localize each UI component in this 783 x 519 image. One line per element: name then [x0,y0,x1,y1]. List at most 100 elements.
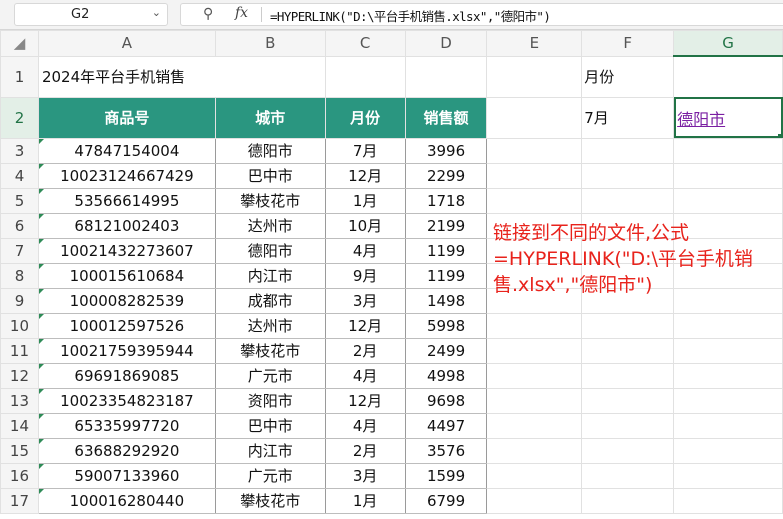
cell[interactable] [486,187,583,214]
formula-text[interactable]: =HYPERLINK("D:\平台手机销售.xlsx","德阳市") [270,6,551,25]
row-header[interactable]: 2 [0,96,39,139]
product-id-cell[interactable]: 53566614995 [37,187,216,214]
sales-cell[interactable]: 1718 [404,187,488,214]
city-cell[interactable]: 巴中市 [214,162,326,189]
month-cell[interactable]: 3月 [324,287,406,314]
fx-icon[interactable]: fx [235,5,248,21]
cell[interactable] [581,187,675,214]
product-id-cell[interactable]: 10023354823187 [37,387,216,414]
month-cell[interactable]: 12月 [324,312,406,339]
month-cell[interactable]: 2月 [324,437,406,464]
product-id-cell[interactable]: 100008282539 [37,287,216,314]
sales-cell[interactable]: 1199 [404,262,488,289]
header-cell-sales[interactable]: 销售额 [404,96,488,139]
column-header-g[interactable]: G [673,30,783,57]
product-id-cell[interactable]: 47847154004 [37,137,216,164]
city-cell[interactable]: 巴中市 [214,412,326,439]
sales-cell[interactable]: 4497 [404,412,488,439]
product-id-cell[interactable]: 59007133960 [37,462,216,489]
product-id-cell[interactable]: 69691869085 [37,362,216,389]
month-cell[interactable]: 12月 [324,387,406,414]
zoom-icon[interactable]: ⚲ [203,6,213,22]
cell[interactable] [486,362,583,389]
sales-cell[interactable]: 9698 [404,387,488,414]
cell[interactable] [486,55,583,98]
row-header[interactable]: 15 [0,437,39,464]
month-cell[interactable]: 9月 [324,262,406,289]
product-id-cell[interactable]: 10021432273607 [37,237,216,264]
cell[interactable] [673,137,783,164]
name-box[interactable]: G2 ⌄ [14,3,168,26]
cell[interactable] [486,96,583,139]
cell[interactable] [581,137,675,164]
sales-cell[interactable]: 2499 [404,337,488,364]
row-header[interactable]: 1 [0,55,39,98]
cell[interactable] [486,337,583,364]
month-cell[interactable]: 7月 [324,137,406,164]
sales-cell[interactable]: 2299 [404,162,488,189]
column-header-d[interactable]: D [404,30,488,57]
sales-cell[interactable]: 1498 [404,287,488,314]
month-cell[interactable]: 12月 [324,162,406,189]
row-header[interactable]: 16 [0,462,39,489]
select-all-corner[interactable]: ◢ [0,30,39,57]
cell[interactable] [581,487,675,514]
sales-cell[interactable]: 4998 [404,362,488,389]
sales-cell[interactable]: 1199 [404,237,488,264]
month-cell[interactable]: 10月 [324,212,406,239]
month-cell[interactable]: 3月 [324,462,406,489]
cell[interactable] [581,462,675,489]
row-header[interactable]: 9 [0,287,39,314]
city-cell[interactable]: 成都市 [214,287,326,314]
cell[interactable] [673,362,783,389]
product-id-cell[interactable]: 63688292920 [37,437,216,464]
hyperlink-cell[interactable]: 德阳市 [673,96,783,139]
column-header-c[interactable]: C [324,30,406,57]
product-id-cell[interactable]: 100016280440 [37,487,216,514]
city-cell[interactable]: 内江市 [214,437,326,464]
month-cell[interactable]: 4月 [324,412,406,439]
header-cell-product-id[interactable]: 商品号 [37,96,216,139]
city-cell[interactable]: 攀枝花市 [214,337,326,364]
product-id-cell[interactable]: 10023124667429 [37,162,216,189]
cell[interactable] [673,55,783,98]
month-cell[interactable]: 4月 [324,362,406,389]
row-header[interactable]: 11 [0,337,39,364]
cell[interactable] [673,312,783,339]
sales-cell[interactable]: 3576 [404,437,488,464]
month-label-cell[interactable]: 月份 [581,55,675,98]
cell[interactable] [581,387,675,414]
row-header[interactable]: 10 [0,312,39,339]
row-header[interactable]: 17 [0,487,39,514]
cell[interactable] [673,462,783,489]
cell[interactable] [581,412,675,439]
city-cell[interactable]: 德阳市 [214,237,326,264]
column-header-b[interactable]: B [214,30,326,57]
cell[interactable] [486,162,583,189]
sales-cell[interactable]: 2199 [404,212,488,239]
city-cell[interactable]: 资阳市 [214,387,326,414]
hyperlink[interactable]: 德阳市 [677,110,725,129]
column-header-a[interactable]: A [37,30,216,57]
row-header[interactable]: 12 [0,362,39,389]
sales-cell[interactable]: 6799 [404,487,488,514]
fill-handle[interactable] [778,133,782,137]
product-id-cell[interactable]: 100012597526 [37,312,216,339]
row-header[interactable]: 6 [0,212,39,239]
city-cell[interactable]: 达州市 [214,212,326,239]
chevron-down-icon[interactable]: ⌄ [152,6,161,19]
cell[interactable] [673,412,783,439]
cell[interactable] [673,162,783,189]
cell[interactable] [486,487,583,514]
month-cell[interactable]: 1月 [324,187,406,214]
row-header[interactable]: 4 [0,162,39,189]
column-header-e[interactable]: E [486,30,583,57]
row-header[interactable]: 8 [0,262,39,289]
month-cell[interactable]: 2月 [324,337,406,364]
cell[interactable] [404,55,488,98]
cell[interactable] [486,387,583,414]
cell[interactable] [673,487,783,514]
cell[interactable] [486,412,583,439]
sales-cell[interactable]: 1599 [404,462,488,489]
cell[interactable] [673,187,783,214]
